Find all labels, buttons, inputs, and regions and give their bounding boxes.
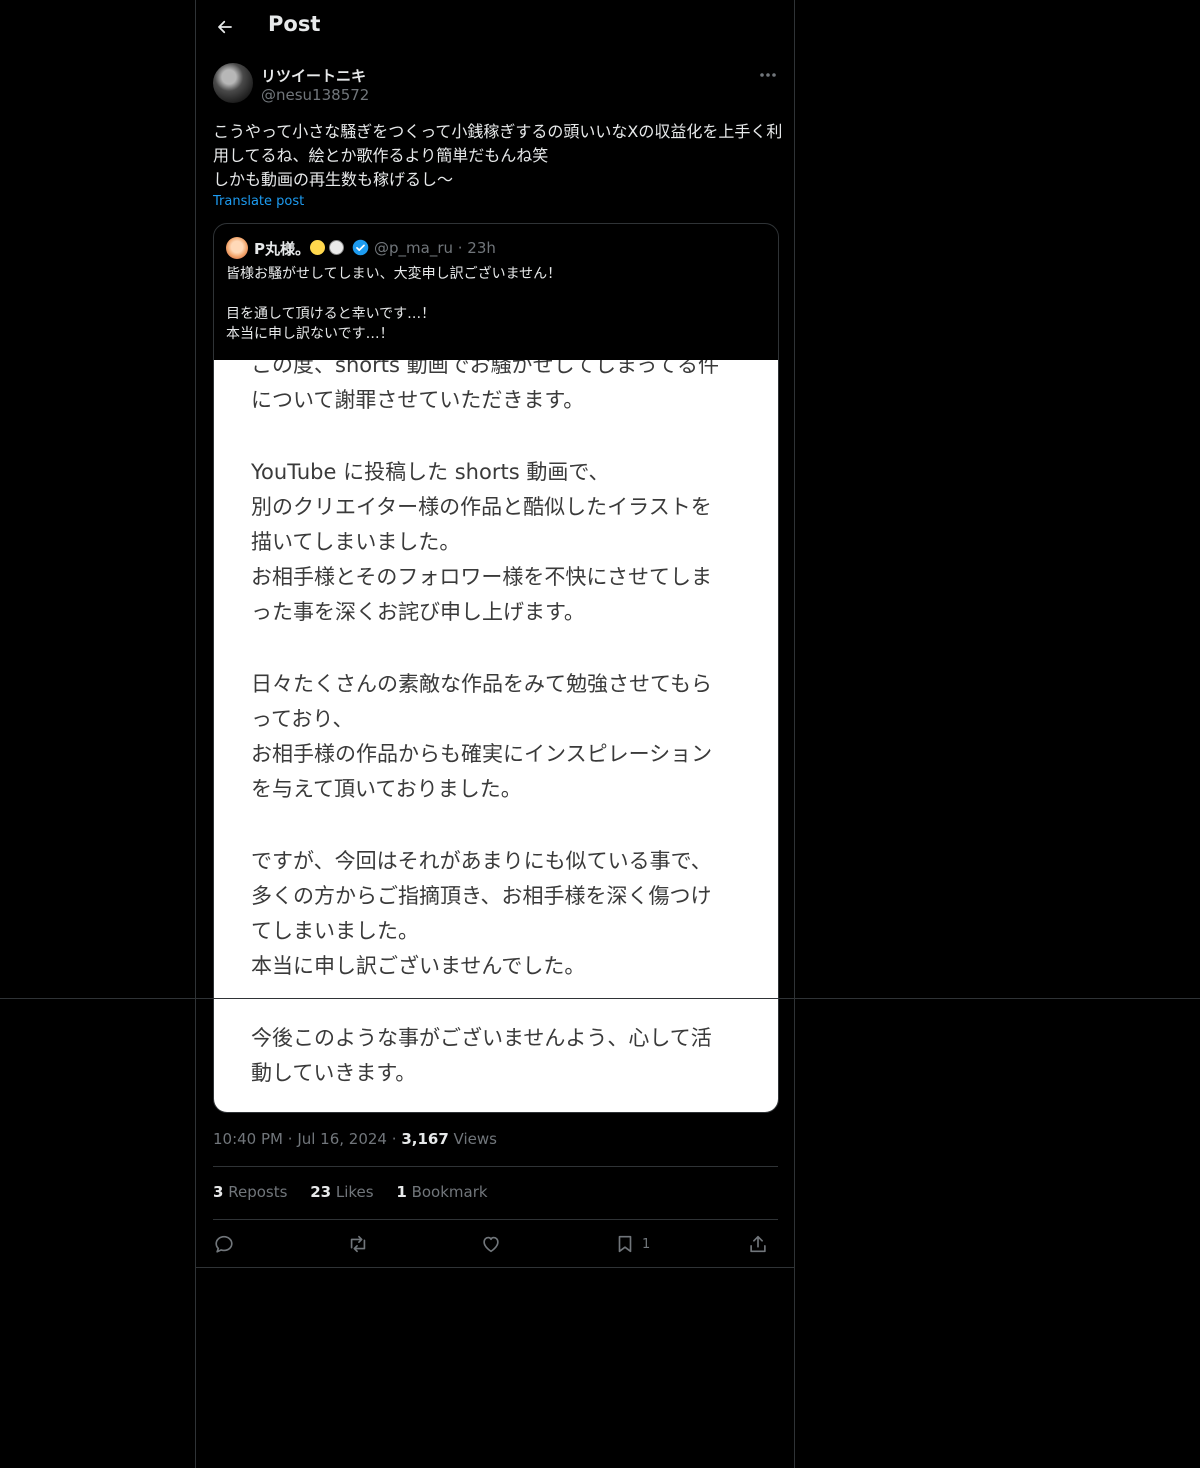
quote-image[interactable]: この度、shorts 動画でお騒がせしてしまってる件 について謝罪させていただき… — [214, 360, 778, 1112]
like-icon — [483, 1236, 499, 1253]
post-date[interactable]: Jul 16, 2024 — [297, 1130, 387, 1148]
share-button[interactable] — [747, 1230, 769, 1258]
post-time[interactable]: 10:40 PM — [213, 1130, 283, 1148]
more-icon — [760, 73, 776, 77]
quote-text: 皆様お騒がせしてしまい、大変申し訳ございません！ 目を通して頂けると幸いです…！… — [226, 266, 562, 342]
egg-pan-emoji-icon — [329, 240, 344, 255]
verified-badge-icon — [352, 239, 369, 256]
reposts-stat[interactable]: 3 Reposts — [213, 1183, 287, 1201]
main-column: Post リツイートニキ @nesu138572 こうやって小さな騒ぎをつくって… — [195, 0, 795, 1468]
page-header: Post — [196, 0, 794, 54]
post-text: こうやって小さな騒ぎをつくって小銭稼ぎするの頭いいなXの収益化を上手く利用してる… — [213, 122, 783, 189]
quote-avatar — [226, 237, 248, 259]
reply-button[interactable] — [213, 1230, 235, 1258]
divider — [213, 1166, 778, 1167]
author-name[interactable]: リツイートニキ — [261, 65, 366, 86]
likes-stat[interactable]: 23 Likes — [310, 1183, 373, 1201]
bookmark-button[interactable]: 1 — [614, 1230, 650, 1258]
author-handle[interactable]: @nesu138572 — [261, 86, 369, 104]
bookmark-icon — [618, 1235, 632, 1253]
translate-post-link[interactable]: Translate post — [213, 194, 304, 209]
bookmark-count: 1 — [642, 1236, 651, 1252]
divider — [196, 1267, 794, 1268]
bookmarks-stat[interactable]: 1 Bookmark — [396, 1183, 487, 1201]
image-text-paragraph: 日々たくさんの素敵な作品をみて勉強させてもら っており、 お相手様の作品からも確… — [251, 672, 713, 801]
divider — [213, 1219, 778, 1220]
share-icon — [750, 1235, 766, 1253]
repost-icon — [350, 1235, 366, 1253]
avatar[interactable] — [213, 63, 253, 103]
image-text-paragraph: ですが、今回はそれがあまりにも似ている事で、 多くの方からご指摘頂き、お相手様を… — [251, 849, 712, 978]
views-label: Views — [453, 1130, 497, 1148]
chick-emoji-icon — [310, 240, 325, 255]
more-button[interactable] — [756, 64, 780, 86]
back-button[interactable] — [210, 12, 240, 42]
reply-icon — [215, 1235, 233, 1253]
image-text-paragraph: YouTube に投稿した shorts 動画で、 別のクリエイター様の作品と酷… — [251, 460, 712, 624]
image-text-paragraph: この度、shorts 動画でお騒がせしてしまってる件 について謝罪させていただき… — [251, 360, 720, 412]
repost-button[interactable] — [346, 1230, 370, 1258]
page-title: Post — [268, 12, 321, 36]
quoted-post[interactable]: P丸様。 @p_ma_ru · 23h 皆様お騒がせしてしまい、大変申し訳ござい… — [213, 223, 779, 1113]
horizontal-rule — [0, 998, 1200, 999]
like-button[interactable] — [480, 1230, 502, 1258]
back-arrow-icon — [218, 20, 232, 34]
image-text-paragraph: 今後このような事がございませんよう、心して活 動していきます。 — [251, 1026, 712, 1085]
post-meta: 10:40 PM · Jul 16, 2024 · 3,167 Views — [213, 1130, 497, 1148]
action-bar: 1 — [213, 1230, 778, 1258]
views-count: 3,167 — [401, 1130, 449, 1148]
quote-handle-time: @p_ma_ru · 23h — [374, 239, 496, 257]
post-stats: 3 Reposts 23 Likes 1 Bookmark — [213, 1183, 506, 1201]
quote-author-name: P丸様。 — [254, 240, 310, 258]
